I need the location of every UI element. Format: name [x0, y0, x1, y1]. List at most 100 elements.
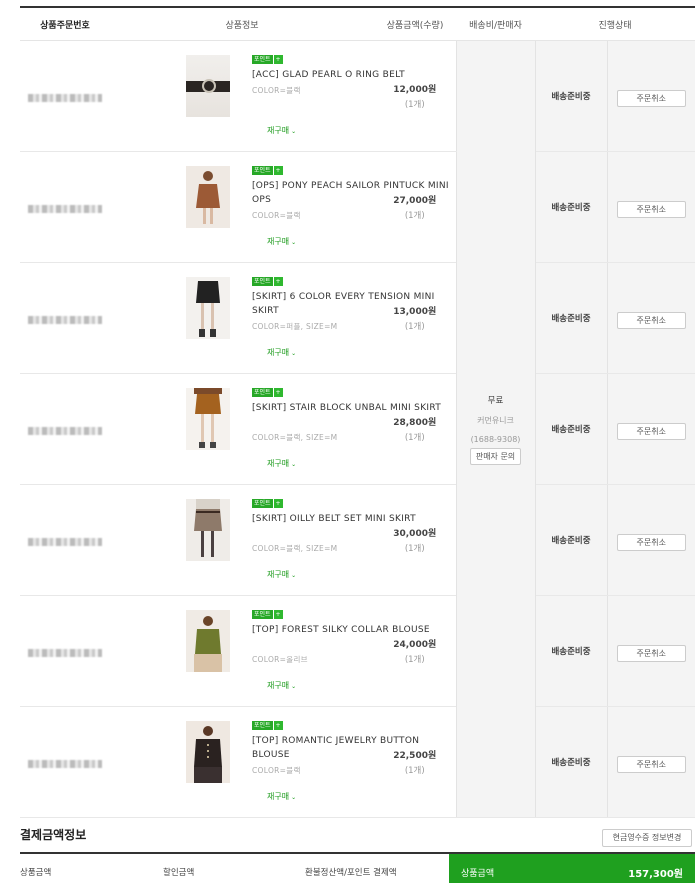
cash-receipt-edit-button[interactable]: 현금영수증 정보변경 — [602, 829, 692, 847]
item-quantity: (1개) — [404, 655, 425, 665]
point-badges: 포인트 + — [252, 610, 283, 620]
product-option: COLOR=블랙, SIZE=M — [252, 544, 338, 553]
point-plus-icon: + — [273, 277, 283, 286]
chevron-down-icon: ⌄ — [291, 794, 297, 801]
product-name-link[interactable]: [TOP] FOREST SILKY COLLAR BLOUSE — [252, 623, 452, 637]
item-quantity: (1개) — [404, 322, 425, 332]
reorder-label: 재구매 — [267, 348, 290, 357]
order-number-redacted — [28, 537, 102, 546]
point-badge: 포인트 — [252, 388, 273, 397]
reorder-link[interactable]: 재구매 ⌄ — [267, 458, 296, 469]
product-name-link[interactable]: [ACC] GLAD PEARL O RING BELT — [252, 68, 452, 82]
product-name-link[interactable]: [SKIRT] STAIR BLOCK UNBAL MINI SKIRT — [252, 401, 452, 415]
order-number-cell — [20, 262, 110, 374]
product-option: COLOR=블랙 — [252, 766, 301, 775]
table-row: 포인트 + [SKIRT] OILLY BELT SET MINI SKIRT COL… — [20, 484, 695, 596]
cancel-order-button[interactable]: 주문취소 — [616, 644, 686, 662]
product-thumbnail[interactable] — [186, 277, 230, 339]
cancel-order-button[interactable]: 주문취소 — [616, 89, 686, 107]
product-info-cell: 포인트 + [SKIRT] 6 COLOR EVERY TENSION MINI S… — [110, 262, 434, 374]
point-badge: 포인트 — [252, 55, 273, 64]
cancel-order-button[interactable]: 주문취소 — [616, 422, 686, 440]
payment-total-label: 상품금액 — [461, 869, 495, 879]
product-thumbnail[interactable] — [186, 499, 230, 561]
order-items-table: 상품주문번호 상품정보 상품금액(수량) 배송비/판매자 진행상태 포인트 + [A… — [20, 6, 695, 818]
product-name-link[interactable]: [OPS] PONY PEACH SAILOR PINTUCK MINI OPS — [252, 179, 452, 207]
status-cell: 배송준비중 — [535, 40, 608, 152]
action-cell: 주문취소 — [607, 484, 695, 596]
product-thumbnail[interactable] — [186, 721, 230, 783]
cancel-order-button[interactable]: 주문취소 — [616, 311, 686, 329]
product-thumbnail[interactable] — [186, 388, 230, 450]
reorder-link[interactable]: 재구매 ⌄ — [267, 347, 296, 358]
seller-name: 커먼유니크 — [477, 415, 514, 425]
status-cell: 배송준비중 — [535, 151, 608, 263]
payment-label-discount: 할인금액 — [163, 868, 195, 878]
item-price: 28,800원 — [393, 418, 437, 428]
product-info-cell: 포인트 + [ACC] GLAD PEARL O RING BELT COLOR=블랙… — [110, 40, 405, 152]
header-status: 진행상태 — [535, 6, 695, 41]
product-thumbnail[interactable] — [186, 55, 230, 117]
reorder-link[interactable]: 재구매 ⌄ — [267, 569, 296, 580]
payment-label-refund-points: 환불정산액/포인트 결제액 — [305, 868, 397, 878]
item-quantity: (1개) — [404, 433, 425, 443]
item-price: 12,000원 — [393, 85, 437, 95]
cancel-order-button[interactable]: 주문취소 — [616, 533, 686, 551]
product-thumbnail[interactable] — [186, 610, 230, 672]
cancel-order-button[interactable]: 주문취소 — [616, 200, 686, 218]
reorder-link[interactable]: 재구매 ⌄ — [267, 236, 296, 247]
reorder-link[interactable]: 재구매 ⌄ — [267, 680, 296, 691]
product-thumbnail[interactable] — [186, 166, 230, 228]
action-cell: 주문취소 — [607, 595, 695, 707]
chevron-down-icon: ⌄ — [291, 128, 297, 135]
chevron-down-icon: ⌄ — [291, 683, 297, 690]
point-badge: 포인트 — [252, 277, 273, 286]
action-cell: 주문취소 — [607, 151, 695, 263]
product-name-link[interactable]: [SKIRT] OILLY BELT SET MINI SKIRT — [252, 512, 452, 526]
product-info-cell: 포인트 + [TOP] ROMANTIC JEWELRY BUTTON BLOUSE… — [110, 706, 419, 818]
order-number-redacted — [28, 648, 102, 657]
reorder-link[interactable]: 재구매 ⌄ — [267, 791, 296, 802]
header-amount: 상품금액(수량) — [374, 6, 456, 41]
price-cell: 24,000원 (1개) — [374, 595, 456, 707]
seller-inquiry-button[interactable]: 판매자 문의 — [469, 447, 522, 465]
chevron-down-icon: ⌄ — [291, 350, 297, 357]
product-info-cell: 포인트 + [OPS] PONY PEACH SAILOR PINTUCK MINI… — [110, 151, 449, 263]
order-status: 배송준비중 — [551, 758, 591, 768]
price-cell: 28,800원 (1개) — [374, 373, 456, 485]
price-cell: 27,000원 (1개) — [374, 151, 456, 263]
price-cell: 22,500원 (1개) — [374, 706, 456, 818]
reorder-link[interactable]: 재구매 ⌄ — [267, 125, 296, 136]
point-plus-icon: + — [273, 610, 283, 619]
reorder-label: 재구매 — [267, 126, 290, 135]
table-header-row: 상품주문번호 상품정보 상품금액(수량) 배송비/판매자 진행상태 — [20, 6, 695, 41]
point-badge: 포인트 — [252, 499, 273, 508]
action-cell: 주문취소 — [607, 262, 695, 374]
order-status: 배송준비중 — [551, 647, 591, 657]
item-price: 24,000원 — [393, 640, 437, 650]
product-name-link[interactable]: [TOP] ROMANTIC JEWELRY BUTTON BLOUSE — [252, 734, 452, 762]
point-plus-icon: + — [273, 166, 283, 175]
product-info-cell: 포인트 + [SKIRT] STAIR BLOCK UNBAL MINI SKIRT… — [110, 373, 441, 485]
status-cell: 배송준비중 — [535, 373, 608, 485]
order-detail-page: 상품주문번호 상품정보 상품금액(수량) 배송비/판매자 진행상태 포인트 + [A… — [0, 0, 695, 883]
product-info-cell: 포인트 + [TOP] FOREST SILKY COLLAR BLOUSE COLO… — [110, 595, 430, 707]
order-number-cell — [20, 373, 110, 485]
order-number-cell — [20, 706, 110, 818]
reorder-label: 재구매 — [267, 570, 290, 579]
item-quantity: (1개) — [404, 211, 425, 221]
product-name-link[interactable]: [SKIRT] 6 COLOR EVERY TENSION MINI SKIRT — [252, 290, 452, 318]
order-number-redacted — [28, 315, 102, 324]
product-option: COLOR=블랙 — [252, 86, 301, 95]
order-number-cell — [20, 595, 110, 707]
order-number-redacted — [28, 204, 102, 213]
action-cell: 주문취소 — [607, 373, 695, 485]
order-number-redacted — [28, 759, 102, 768]
action-cell: 주문취소 — [607, 706, 695, 818]
order-status: 배송준비중 — [551, 536, 591, 546]
product-info-cell: 포인트 + [SKIRT] OILLY BELT SET MINI SKIRT COL… — [110, 484, 416, 596]
shipping-seller-cell: 무료 커먼유니크 (1688-9308) 판매자 문의 — [455, 40, 536, 818]
payment-total-box: 상품금액 157,300원 — [449, 854, 695, 883]
payment-label-product-amount: 상품금액 — [20, 868, 52, 878]
cancel-order-button[interactable]: 주문취소 — [616, 755, 686, 773]
